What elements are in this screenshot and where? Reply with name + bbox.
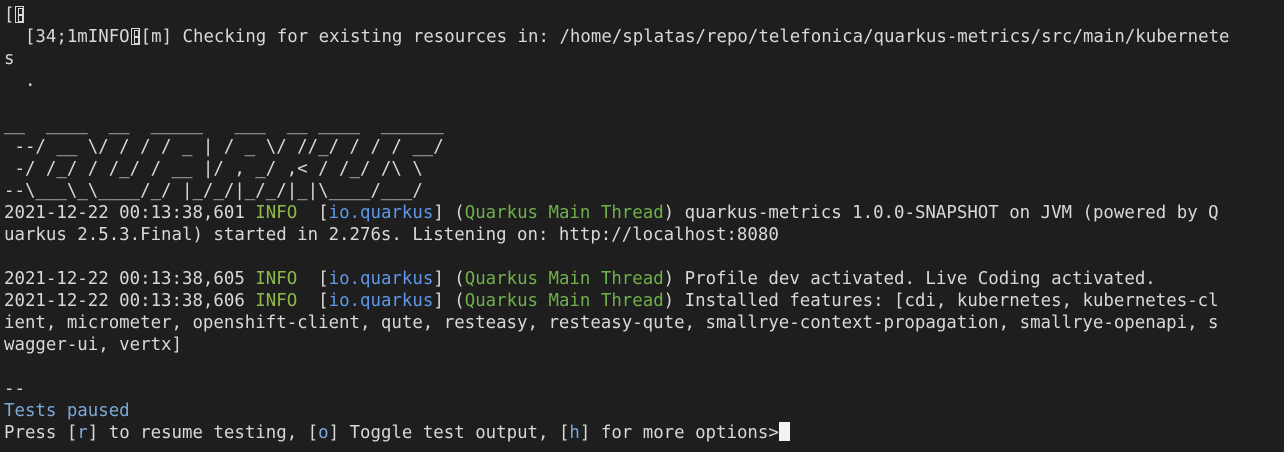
terminal-line: [ — [4, 4, 1282, 26]
log-continuation: wagger-ui, vertx] — [4, 335, 182, 355]
ascii-banner-line: __ ____ __ _____ ___ __ ____ ______ — [4, 115, 455, 135]
text: [ — [4, 5, 15, 25]
ascii-banner-line: -/ /_/ / /_/ / __ |/ , _/ ,< / /_/ /\ \ — [4, 159, 455, 179]
prompt-text: ] to resume testing, [ — [87, 423, 319, 443]
prompt-text: ] for more options> — [579, 423, 779, 443]
text: [m] Checking for existing resources in: … — [140, 27, 1230, 47]
ascii-banner-line: --\___\_\____/_/ |_/_/|_/_/|_|\____/___/ — [4, 181, 455, 201]
control-char-glyph — [130, 28, 140, 45]
text: [34;1mINFO — [4, 27, 130, 47]
log-category: io.quarkus — [328, 203, 434, 223]
prompt-text: ] Toggle test output, [ — [328, 423, 570, 443]
log-level: INFO — [255, 269, 308, 289]
text-cursor[interactable] — [778, 422, 790, 441]
key-h-hint: h — [569, 423, 580, 443]
log-level: INFO — [255, 291, 308, 311]
log-continuation: uarkus 2.5.3.Final) started in 2.276s. L… — [4, 225, 779, 245]
terminal-line: [34;1mINFO [m] Checking for existing reso… — [4, 26, 1282, 48]
key-o-hint: o — [318, 423, 329, 443]
prompt-text: Press [ — [4, 423, 78, 443]
log-line: 2021-12-22 00:13:38,601 INFO [io.quarkus… — [4, 203, 1219, 223]
log-line: 2021-12-22 00:13:38,606 INFO [io.quarkus… — [4, 291, 1219, 311]
log-thread: Quarkus Main Thread — [464, 269, 664, 289]
log-level: INFO — [255, 203, 308, 223]
log-timestamp: 2021-12-22 00:13:38,606 — [4, 291, 245, 311]
log-message: quarkus-metrics 1.0.0-SNAPSHOT on JVM (p… — [674, 203, 1219, 223]
separator-line: -- — [4, 379, 25, 399]
log-continuation: ient, micrometer, openshift-client, qute… — [4, 313, 1219, 333]
log-message: Profile dev activated. Live Coding activ… — [674, 269, 1156, 289]
control-char-glyph — [15, 6, 25, 23]
ascii-banner-line: --/ __ \/ / / / _ | / _ \/ //_/ / / / __… — [4, 137, 455, 157]
log-category: io.quarkus — [328, 291, 434, 311]
log-thread: Quarkus Main Thread — [464, 203, 664, 223]
log-category: io.quarkus — [328, 269, 434, 289]
log-timestamp: 2021-12-22 00:13:38,601 — [4, 203, 245, 223]
log-timestamp: 2021-12-22 00:13:38,605 — [4, 269, 245, 289]
terminal-output[interactable]: [ [34;1mINFO [m] Checking for existing re… — [4, 4, 1282, 444]
log-message: Installed features: [cdi, kubernetes, ku… — [674, 291, 1219, 311]
terminal-line: s — [4, 49, 15, 69]
test-status: Tests paused — [4, 401, 130, 421]
command-prompt[interactable]: Press [r] to resume testing, [o] Toggle … — [4, 422, 1282, 444]
key-r-hint: r — [77, 423, 88, 443]
terminal-line: . — [4, 71, 36, 91]
log-line: 2021-12-22 00:13:38,605 INFO [io.quarkus… — [4, 269, 1156, 289]
log-thread: Quarkus Main Thread — [464, 291, 664, 311]
